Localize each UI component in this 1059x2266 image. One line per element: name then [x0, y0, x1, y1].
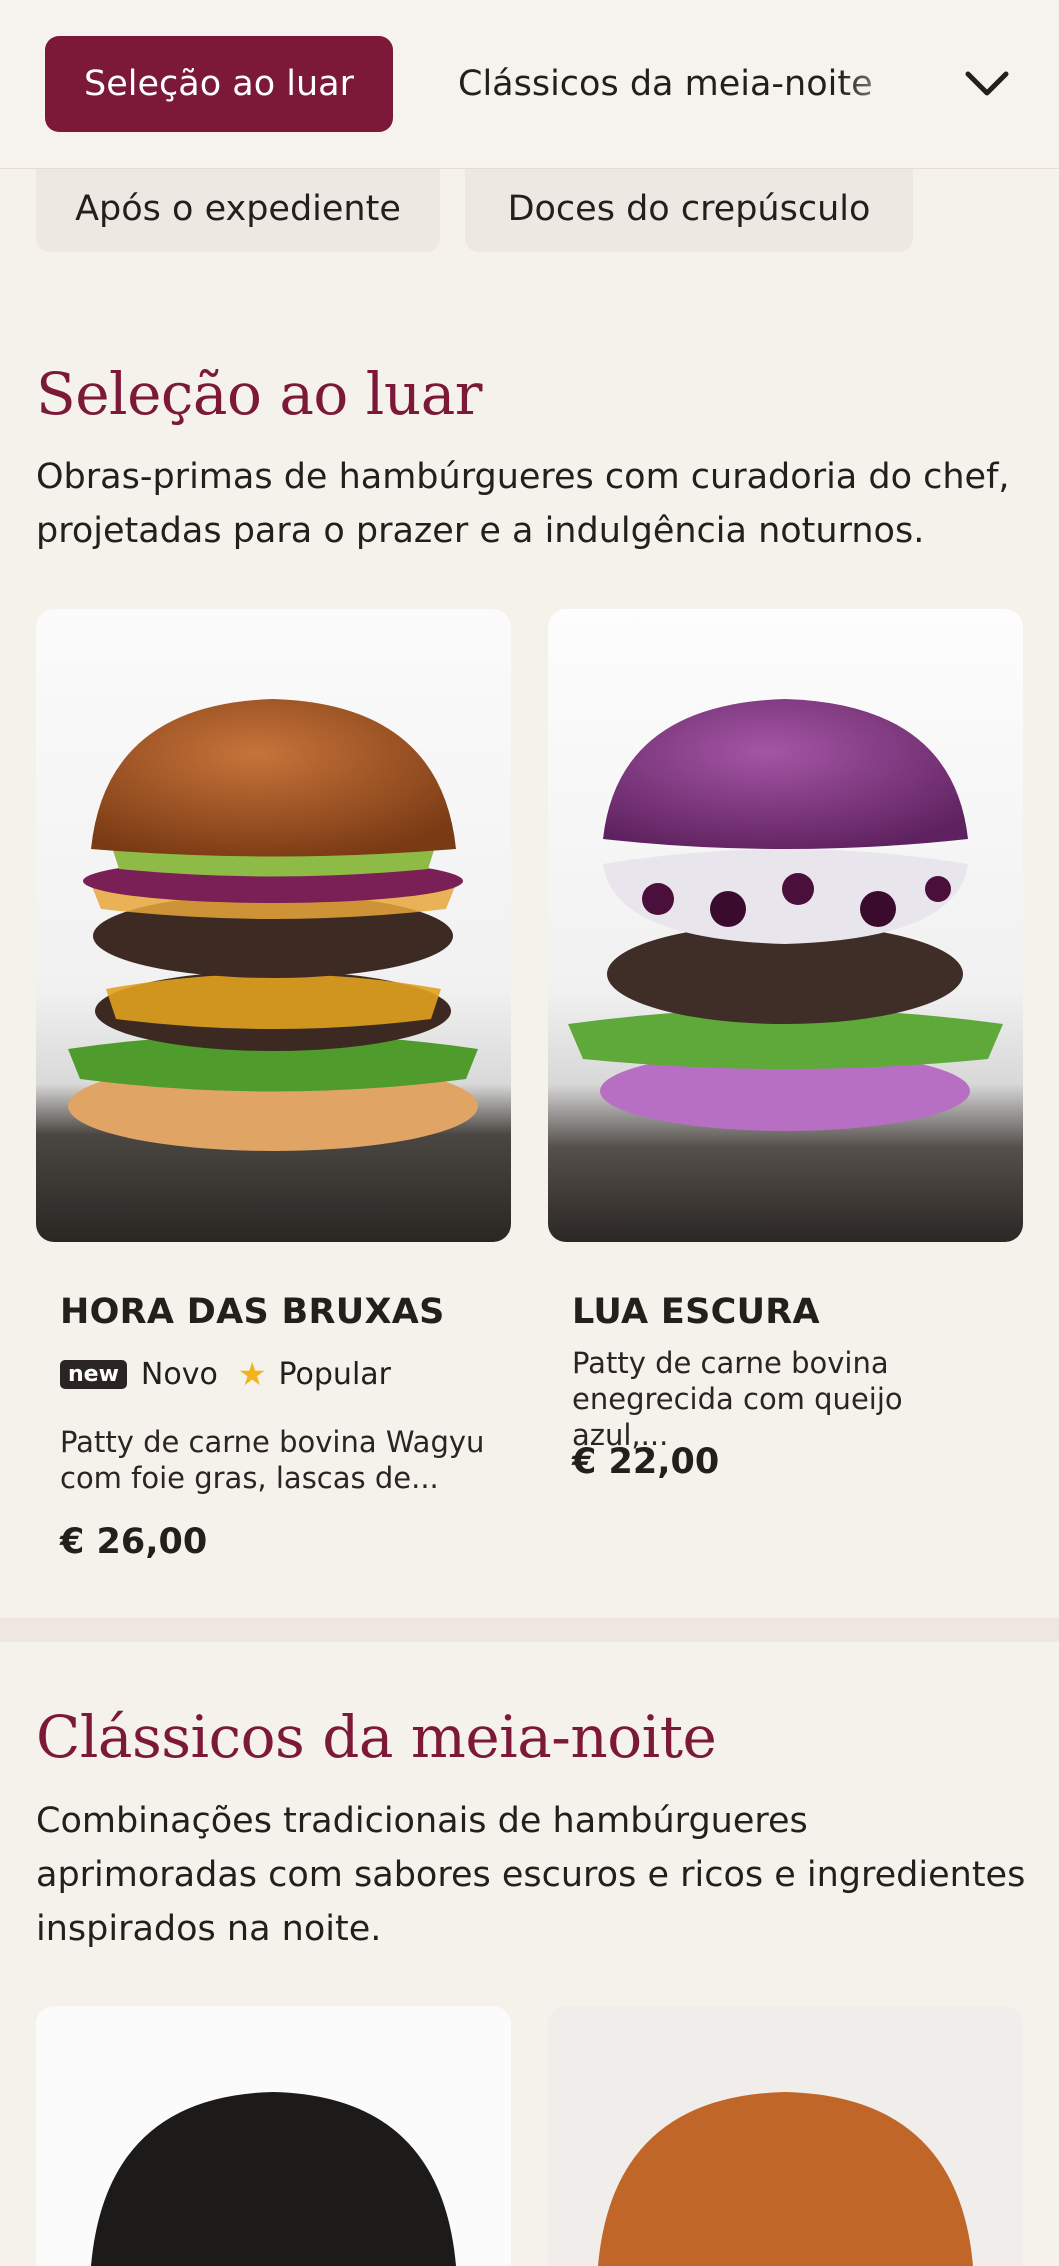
chevron-down-icon[interactable]: [955, 52, 1019, 116]
new-label: Novo: [140, 1356, 218, 1392]
tab-label: Após o expediente: [75, 189, 401, 229]
burger-image-partial[interactable]: [548, 2006, 1023, 2266]
tab-label: Clássicos da meia-noite: [458, 64, 873, 104]
tab-apos-o-expediente[interactable]: Após o expediente: [36, 166, 440, 252]
tab-doces-do-crepusculo[interactable]: Doces do crepúsculo: [465, 166, 913, 252]
burger-image-partial[interactable]: [36, 2006, 511, 2266]
tab-label: Seleção ao luar: [84, 64, 354, 104]
tab-classicos-da-meia-noite[interactable]: Clássicos da meia-noite: [458, 36, 878, 132]
star-icon: ★: [237, 1355, 267, 1393]
item-name[interactable]: LUA ESCURA: [572, 1292, 820, 1332]
section-description: Combinações tradicionais de hambúrgueres…: [36, 1801, 1026, 1949]
scroll-fade: [840, 20, 960, 150]
item-description: Patty de carne bovina enegrecida com que…: [572, 1346, 903, 1452]
section-divider: [0, 1618, 1059, 1642]
item-name[interactable]: HORA DAS BRUXAS: [60, 1292, 445, 1332]
section-title: Seleção ao luar: [36, 360, 483, 428]
section-description: Obras-primas de hambúrgueres com curador…: [36, 457, 1010, 551]
section-title: Clássicos da meia-noite: [36, 1703, 717, 1771]
tab-selecao-ao-luar[interactable]: Seleção ao luar: [45, 36, 393, 132]
burger-image-lua-escura[interactable]: [548, 609, 1023, 1242]
item-price: € 26,00: [60, 1522, 208, 1562]
category-nav: Seleção ao luar Clássicos da meia-noite: [0, 0, 1059, 169]
burger-image-hora-das-bruxas[interactable]: [36, 609, 511, 1242]
new-badge: new: [60, 1359, 127, 1389]
popular-label: Popular: [278, 1356, 392, 1392]
tab-label: Doces do crepúsculo: [507, 189, 871, 229]
item-description: Patty de carne bovina Wagyu com foie gra…: [60, 1425, 485, 1495]
item-price: € 22,00: [572, 1442, 720, 1482]
item-badges: new Novo ★ Popular: [60, 1355, 391, 1393]
